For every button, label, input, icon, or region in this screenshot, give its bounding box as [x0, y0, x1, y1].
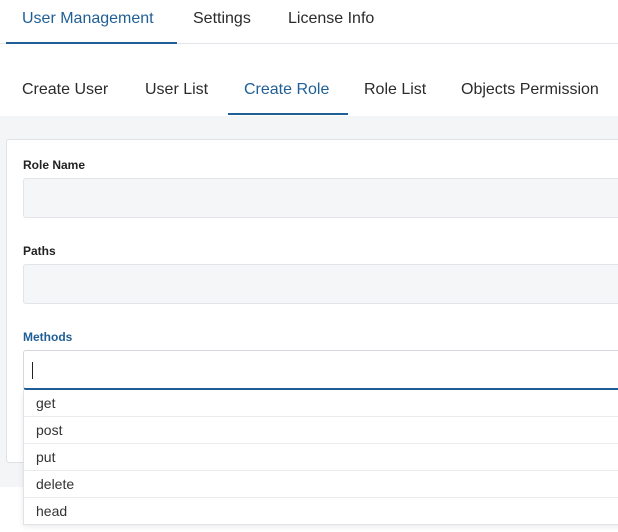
methods-input[interactable] [23, 350, 618, 390]
tab-objects-permission[interactable]: Objects Permission [445, 68, 615, 115]
dropdown-option-delete[interactable]: delete [24, 471, 618, 498]
role-name-label: Role Name [23, 158, 86, 172]
top-tab-bar: User Management Settings License Info [0, 0, 618, 44]
tab-role-list[interactable]: Role List [348, 68, 442, 115]
tab-user-list[interactable]: User List [129, 68, 224, 115]
tab-settings[interactable]: Settings [177, 0, 267, 44]
methods-label: Methods [23, 330, 73, 344]
tab-license-info[interactable]: License Info [272, 0, 390, 44]
dropdown-option-post[interactable]: post [24, 417, 618, 444]
dropdown-option-put[interactable]: put [24, 444, 618, 471]
methods-dropdown: get post put delete head [23, 390, 618, 525]
sub-tab-bar: Create User User List Create Role Role L… [0, 68, 618, 116]
tab-create-user[interactable]: Create User [6, 68, 124, 115]
tab-create-role[interactable]: Create Role [228, 68, 348, 115]
role-name-input[interactable] [23, 178, 618, 218]
text-caret [32, 362, 33, 379]
dropdown-option-head[interactable]: head [24, 498, 618, 525]
dropdown-option-get[interactable]: get [24, 390, 618, 417]
tab-user-management[interactable]: User Management [6, 0, 177, 44]
paths-label: Paths [23, 244, 56, 258]
paths-input[interactable] [23, 264, 618, 304]
